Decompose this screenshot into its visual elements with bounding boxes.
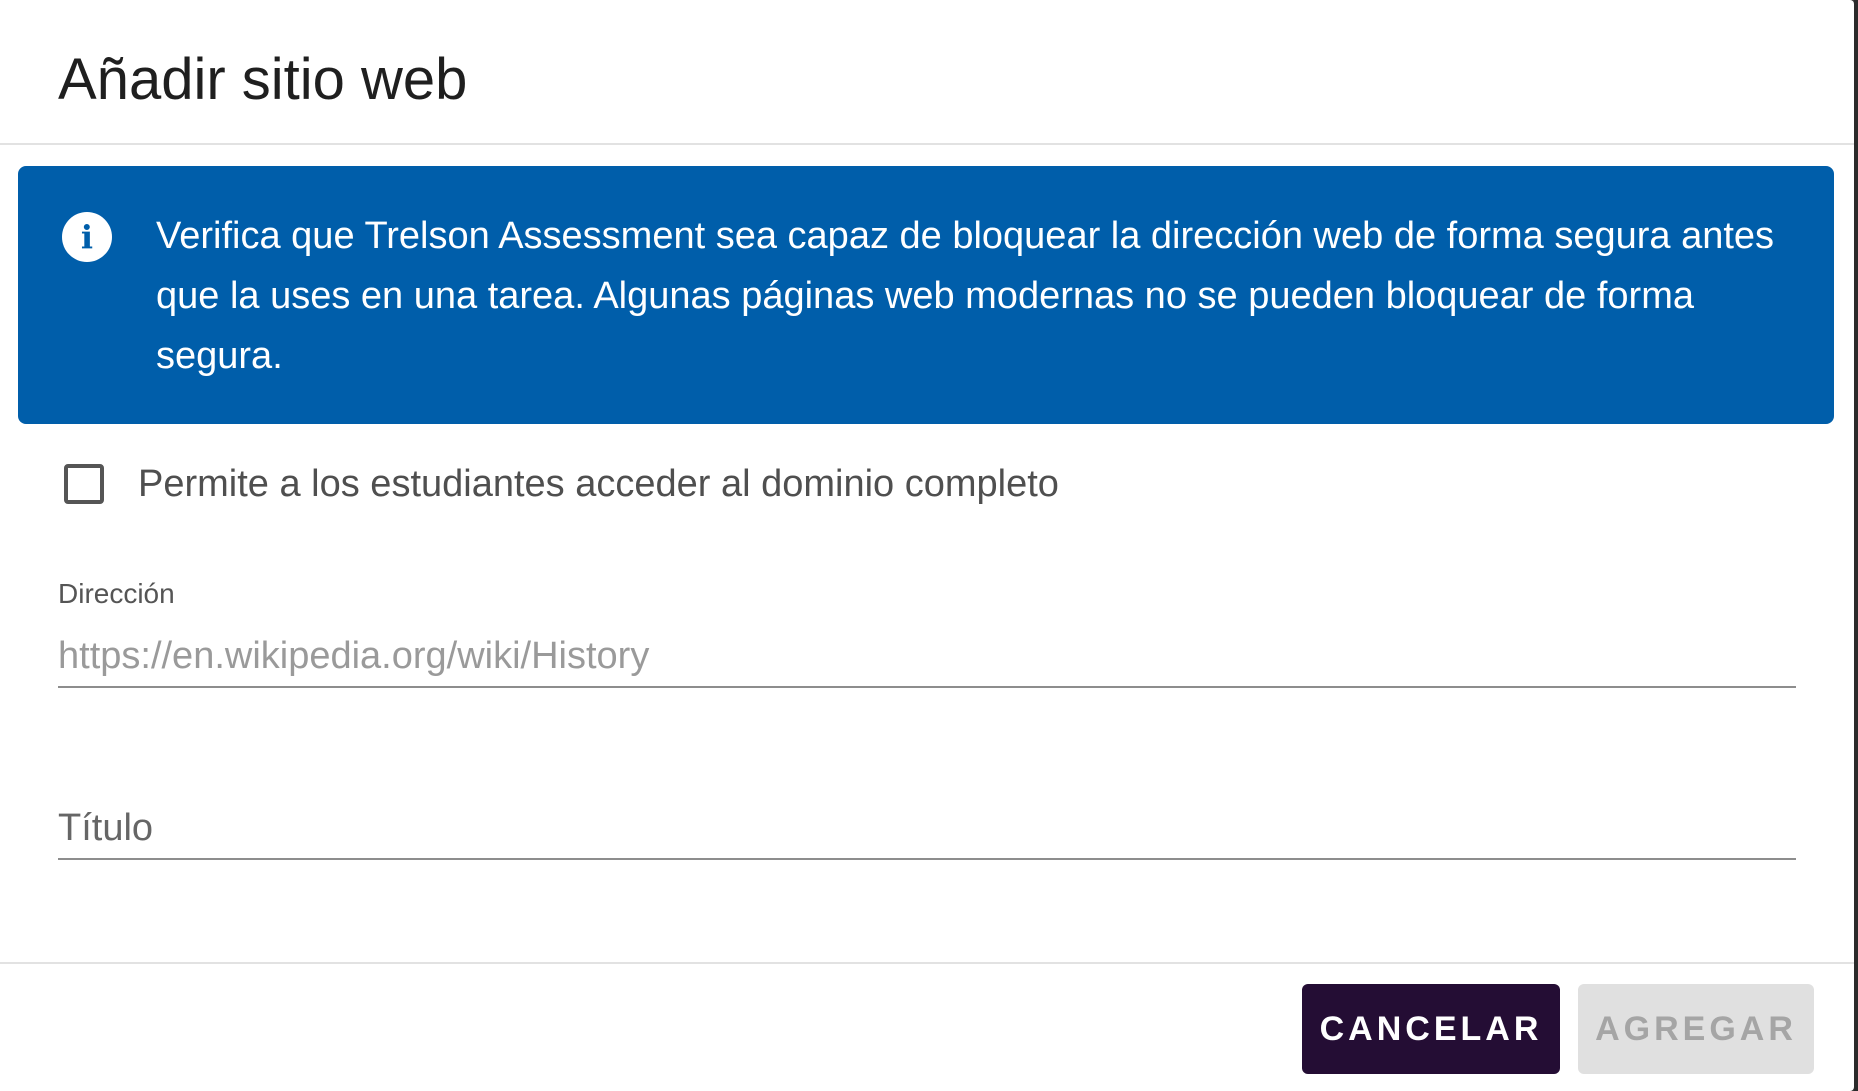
title-input[interactable] bbox=[58, 807, 1796, 850]
allow-full-domain-checkbox-row[interactable]: Permite a los estudiantes acceder al dom… bbox=[64, 456, 1059, 512]
info-banner-text: Verifica que Trelson Assessment sea capa… bbox=[156, 215, 1775, 377]
footer-divider bbox=[0, 962, 1854, 964]
background-overlay-edge bbox=[1854, 0, 1858, 1091]
allow-full-domain-label[interactable]: Permite a los estudiantes acceder al dom… bbox=[138, 463, 1059, 506]
dialog-title: Añadir sitio web bbox=[58, 47, 468, 112]
dialog-header: Añadir sitio web bbox=[0, 0, 1854, 145]
title-field bbox=[58, 780, 1796, 860]
info-icon: i bbox=[62, 212, 112, 262]
address-field-label: Dirección bbox=[58, 578, 175, 609]
add-website-dialog: Añadir sitio web i Verifica que Trelson … bbox=[0, 0, 1854, 1091]
allow-full-domain-checkbox[interactable] bbox=[64, 464, 104, 504]
add-button: AGREGAR bbox=[1578, 984, 1814, 1074]
address-field: Dirección bbox=[58, 578, 1796, 688]
cancel-button[interactable]: CANCELAR bbox=[1302, 984, 1560, 1074]
address-input[interactable] bbox=[58, 635, 1796, 678]
